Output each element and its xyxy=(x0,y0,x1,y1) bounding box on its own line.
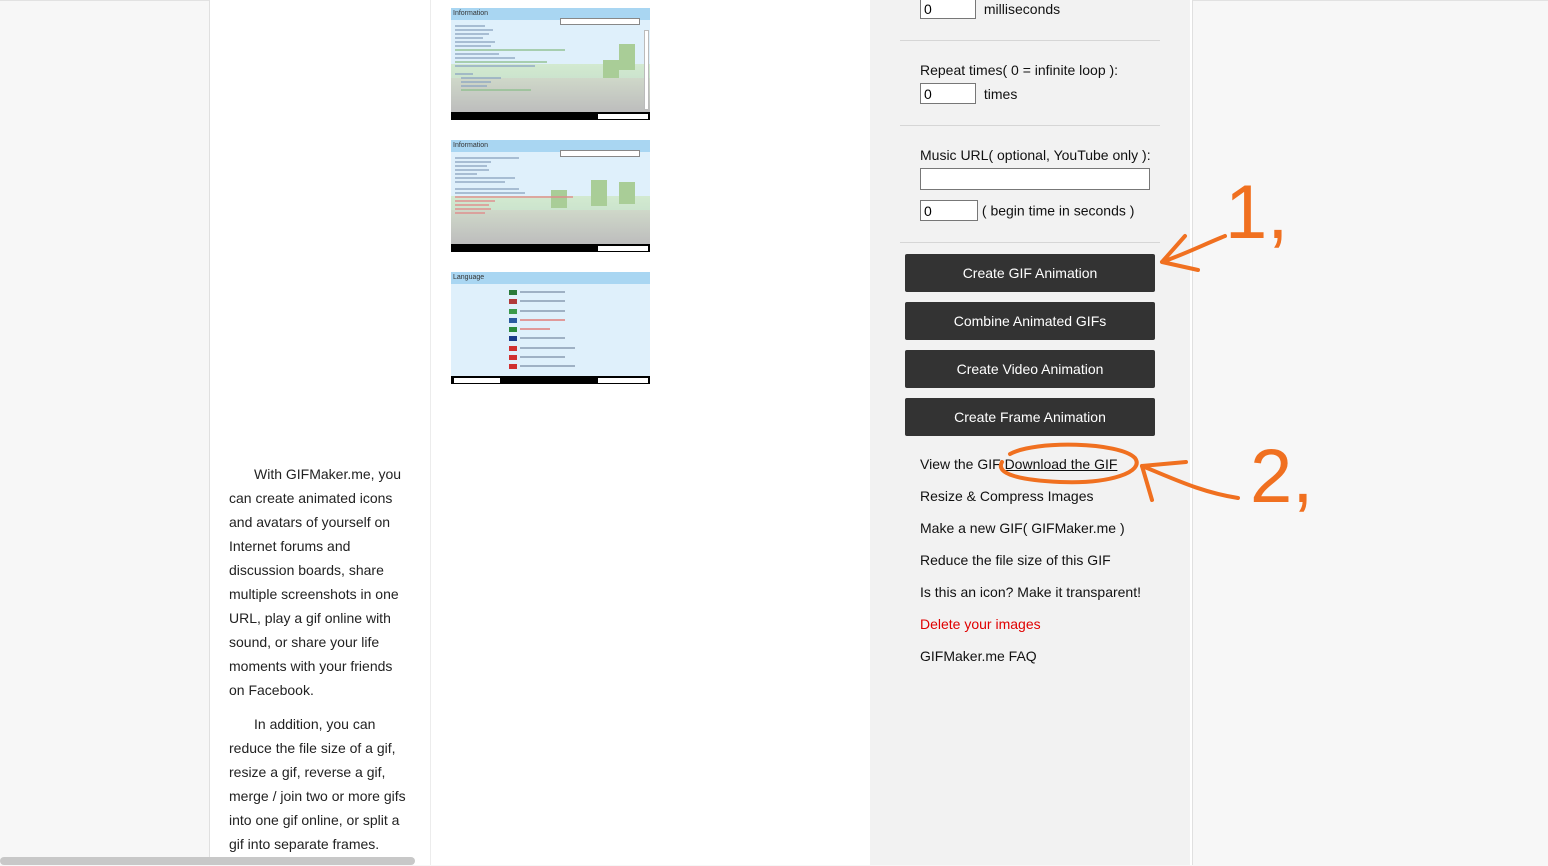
delay-input[interactable] xyxy=(920,0,976,19)
download-gif-link[interactable]: Download the GIF xyxy=(1005,456,1118,472)
music-url-label: Music URL( optional, YouTube only ): xyxy=(920,147,1151,163)
frame-thumbnail-2[interactable]: Information xyxy=(451,140,650,252)
delete-images-link[interactable]: Delete your images xyxy=(920,616,1041,632)
resize-link[interactable]: Resize & Compress Images xyxy=(920,488,1094,504)
repeat-unit: times xyxy=(983,85,1018,102)
frame-thumbnail-1[interactable]: Information xyxy=(451,8,650,120)
faq-link[interactable]: GIFMaker.me FAQ xyxy=(920,648,1037,664)
reduce-size-link[interactable]: Reduce the file size of this GIF xyxy=(920,552,1111,568)
repeat-input[interactable] xyxy=(920,83,976,104)
delay-unit: milliseconds xyxy=(983,0,1061,17)
begin-time-unit: ( begin time in seconds ) xyxy=(981,202,1135,219)
divider xyxy=(900,40,1160,41)
begin-time-row: ( begin time in seconds ) xyxy=(920,200,1134,221)
delay-row: milliseconds xyxy=(920,0,1060,19)
divider xyxy=(900,125,1160,126)
view-gif-link[interactable]: View the GIF xyxy=(920,456,1001,472)
description-paragraph-1: With GIFMaker.me, you can create animate… xyxy=(229,466,402,698)
repeat-label: Repeat times( 0 = infinite loop ): xyxy=(920,62,1119,78)
thumbnail-title: Language xyxy=(453,274,485,281)
description-text: With GIFMaker.me, you can create animate… xyxy=(229,462,411,866)
thumbnail-title: Information xyxy=(453,142,489,149)
repeat-row: times xyxy=(920,83,1017,104)
description-paragraph-2: In addition, you can reduce the file siz… xyxy=(229,716,406,852)
step-1-label: 1, xyxy=(1225,170,1288,255)
divider xyxy=(900,242,1160,243)
thumbnail-title: Information xyxy=(453,10,489,17)
horizontal-scrollbar[interactable] xyxy=(0,857,415,865)
music-url-input[interactable] xyxy=(920,168,1150,190)
column-divider xyxy=(430,0,431,865)
make-transparent-link[interactable]: Is this an icon? Make it transparent! xyxy=(920,584,1141,600)
create-frame-button[interactable]: Create Frame Animation xyxy=(905,398,1155,436)
step-2-label: 2, xyxy=(1250,434,1313,519)
create-video-button[interactable]: Create Video Animation xyxy=(905,350,1155,388)
frame-thumbnail-3[interactable]: Language xyxy=(451,272,650,384)
combine-gifs-button[interactable]: Combine Animated GIFs xyxy=(905,302,1155,340)
make-new-gif-link[interactable]: Make a new GIF( GIFMaker.me ) xyxy=(920,520,1125,536)
begin-time-input[interactable] xyxy=(920,200,978,221)
create-gif-button[interactable]: Create GIF Animation xyxy=(905,254,1155,292)
view-download-row: View the GIF Download the GIF xyxy=(920,456,1117,472)
